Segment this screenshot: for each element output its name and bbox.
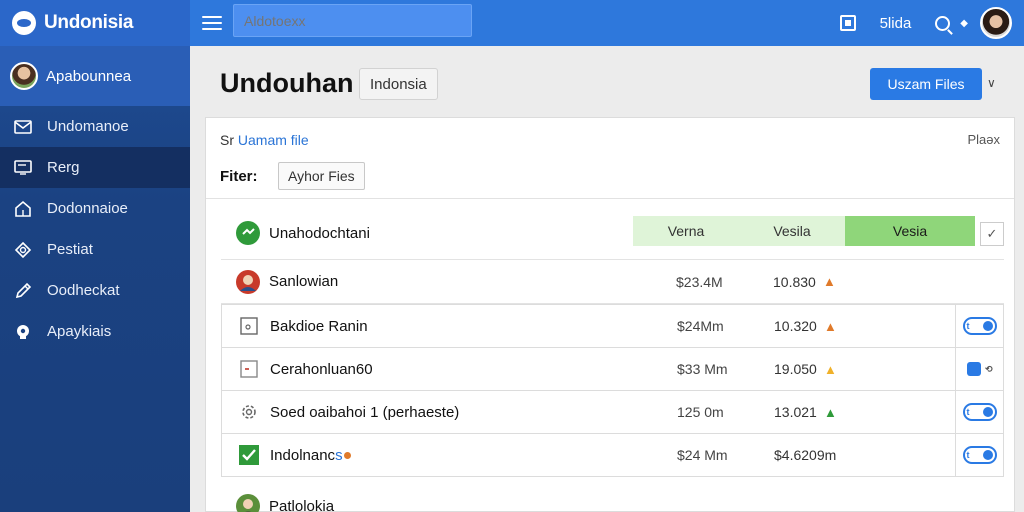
sidebar-item-label: Apaykiais (47, 323, 112, 340)
column-header[interactable]: Vesia (845, 216, 975, 246)
sidebar-item-pestiat[interactable]: Pestiat (0, 229, 190, 270)
search-input[interactable] (233, 4, 472, 37)
add-circle-icon[interactable] (235, 220, 261, 246)
mail-icon (12, 118, 34, 136)
sidebar-item-label: Dodonnaioe (47, 200, 128, 217)
row-name-main: Indolnanc (270, 446, 336, 464)
page-tag[interactable]: Indonsia (359, 68, 438, 100)
table-row[interactable]: Cerahonluan60 $33 Mm 19.050 ▲ ⟲ (221, 347, 1004, 391)
row-toggle[interactable]: ⟲ (955, 348, 1003, 390)
trend-up-icon: ▲ (823, 274, 836, 289)
screen-icon (12, 159, 34, 177)
table-row[interactable]: Sanlowian $23.4M 10.830 ▲ (221, 260, 1004, 304)
sidebar: Undonisia Apabounnea Undomanoe Rerg Dodo… (0, 0, 190, 512)
trend-up-icon: ▲ (824, 404, 837, 420)
filter-chip[interactable]: Ayhor Fies (278, 162, 365, 190)
row-toggle[interactable]: t (955, 305, 1003, 347)
toggle-icon[interactable]: t (962, 317, 997, 335)
table-row[interactable]: Patlolokia (221, 484, 1004, 512)
gear-icon (236, 399, 262, 425)
leaf-icon (236, 442, 262, 468)
sidebar-item-oodheckat[interactable]: Oodheckat (0, 270, 190, 311)
row-value-1: $33 Mm (677, 361, 728, 377)
toggle-icon[interactable]: ⟲ (963, 360, 997, 378)
sidebar-user[interactable]: Apabounnea (0, 46, 190, 106)
avatar (10, 62, 38, 90)
profile-avatar-icon (235, 269, 261, 295)
link-prefix: Sr (220, 132, 234, 148)
topbar: 5lida ◆ (190, 0, 1024, 46)
row-toggle[interactable]: t (955, 434, 1003, 476)
table-header-name: Unahodochtani (269, 225, 370, 242)
table-row[interactable]: Soed oaibahoi 1 (perhaeste) 125 0m 13.02… (221, 390, 1004, 434)
sidebar-item-rerg[interactable]: Rerg (0, 147, 190, 188)
table-row[interactable]: Bakdioe Ranin $24Mm 10.320 ▲ t (221, 304, 1004, 348)
menu-icon[interactable] (202, 16, 222, 30)
trend-up-icon: ▲ (824, 361, 837, 377)
files-panel: Sr Uamam file Plaǝx Fiter: Ayhor Fies Un… (205, 117, 1015, 512)
search-icon[interactable] (935, 15, 951, 31)
row-name-highlight: s (335, 446, 343, 464)
row-value-2: 10.830 (773, 273, 816, 290)
row-value-2: 13.021 (774, 404, 817, 420)
column-headers: Verna Vesila Vesia (633, 216, 975, 246)
avatar[interactable] (980, 7, 1012, 39)
chevron-down-icon[interactable]: ◆ (960, 18, 968, 29)
sidebar-item-label: Oodheckat (47, 282, 120, 299)
row-name: Cerahonluan60 (270, 360, 373, 378)
row-name: Indolnancs (270, 447, 351, 464)
panel-close-button[interactable]: Plaǝx (967, 132, 1000, 147)
column-header[interactable]: Vesila (739, 216, 845, 246)
topbar-right: 5lida ◆ (839, 0, 1012, 46)
sidebar-item-apaykiais[interactable]: Apaykiais (0, 311, 190, 352)
sidebar-item-label: Pestiat (47, 241, 93, 258)
row-value-1: 125 0m (677, 404, 724, 420)
row-value-2: 19.050 (774, 361, 817, 377)
bulb-icon (12, 323, 34, 341)
calendar-icon[interactable] (839, 15, 856, 31)
row-value-1: $24 Mm (677, 447, 728, 463)
file-icon (236, 356, 262, 382)
status-dot-icon (343, 452, 351, 460)
row-toggle[interactable]: t (955, 391, 1003, 433)
home-icon (12, 200, 34, 218)
brand-logo-icon (12, 11, 36, 35)
toggle-icon[interactable]: t (962, 446, 997, 464)
chevron-down-icon[interactable]: ∨ (987, 76, 996, 90)
table-header-row: Unahodochtani Verna Vesila Vesia ✓ (221, 208, 1004, 260)
row-value-2: $4.6209m (774, 447, 837, 463)
upload-file-link[interactable]: Sr Uamam file (220, 132, 309, 148)
sidebar-item-dodonnaioe[interactable]: Dodonnaioe (0, 188, 190, 229)
brand[interactable]: Undonisia (0, 0, 190, 46)
column-header[interactable]: Verna (633, 216, 739, 246)
select-all-checkbox[interactable]: ✓ (980, 222, 1004, 246)
topbar-user-name[interactable]: 5lida (880, 15, 912, 32)
toggle-icon[interactable]: t (962, 403, 997, 421)
row-name: Sanlowian (269, 273, 339, 290)
row-value-2: 10.320 (774, 318, 817, 334)
upload-files-button[interactable]: Uszam Files (870, 68, 982, 100)
diamond-icon (12, 241, 34, 259)
row-value-1: $24Mm (677, 318, 724, 334)
trend-up-icon: ▲ (824, 318, 837, 334)
sidebar-item-label: Undomanoe (47, 118, 129, 135)
row-name: Patlolokia (269, 497, 335, 512)
divider (206, 198, 1014, 199)
row-value-1: $23.4M (676, 273, 723, 290)
row-name: Bakdioe Ranin (270, 317, 368, 335)
table-row[interactable]: Indolnancs $24 Mm $4.6209m t (221, 433, 1004, 477)
brand-name: Undonisia (44, 12, 134, 33)
page-title: Undouhan (220, 68, 354, 98)
row-name: Soed oaibahoi 1 (perhaeste) (270, 403, 460, 421)
pencil-icon (12, 282, 34, 300)
sidebar-item-undomanoe[interactable]: Undomanoe (0, 106, 190, 147)
link-text[interactable]: Uamam file (238, 132, 309, 148)
sidebar-user-name: Apabounnea (46, 67, 132, 85)
document-icon (236, 313, 262, 339)
profile-avatar-icon (235, 493, 261, 512)
filter-label: Fiter: (220, 168, 258, 185)
sidebar-item-label: Rerg (47, 159, 80, 176)
